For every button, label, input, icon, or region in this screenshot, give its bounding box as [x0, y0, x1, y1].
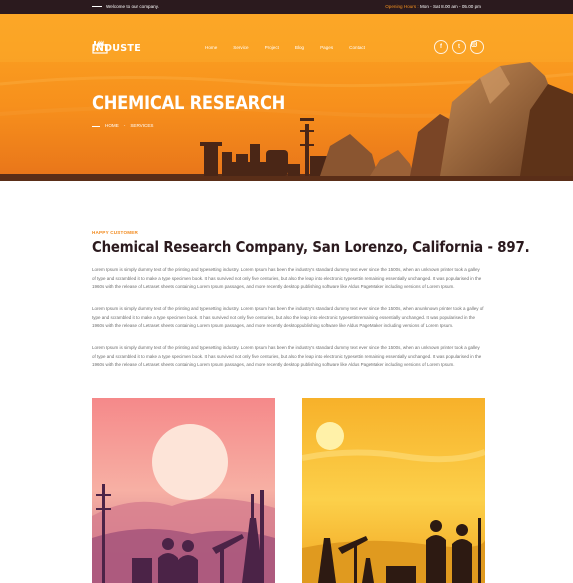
welcome-text: Welcome to our company. — [106, 4, 159, 9]
oil-field-engineers-image — [302, 398, 485, 583]
nav-item-project[interactable]: Project — [265, 44, 279, 52]
opening-hours-value: Mon - Sat 8.00 am - 05.00 pm — [419, 4, 481, 9]
main-nav: Home Service Project Blog Pages Contact — [205, 44, 365, 52]
paragraph: Lorem Ipsum is simply dummy text of the … — [92, 267, 482, 290]
nav-item-service[interactable]: Service — [233, 44, 248, 52]
section-heading: Chemical Research Company, San Lorenzo, … — [92, 238, 530, 256]
opening-hours-label: Opening Hours : — [385, 4, 419, 9]
hero-banner: INDUSTE Home Service Project Blog Pages … — [0, 14, 573, 181]
top-bar-dash — [92, 6, 102, 7]
brand-logo[interactable]: INDUSTE — [92, 40, 141, 56]
nav-item-contact[interactable]: Contact — [349, 44, 365, 52]
top-bar: Welcome to our company. Opening Hours : … — [0, 0, 573, 14]
twitter-icon[interactable]: t — [452, 40, 466, 54]
paragraph: Lorem Ipsum is simply dummy text of the … — [92, 345, 482, 368]
breadcrumb-home[interactable]: HOME — [105, 122, 119, 130]
paragraph: Lorem Ipsum is simply dummy text of the … — [92, 306, 484, 329]
nav-item-blog[interactable]: Blog — [295, 44, 304, 52]
breadcrumb-services: SERVICES — [130, 123, 154, 128]
instagram-icon[interactable] — [470, 40, 484, 54]
breadcrumb-separator: - — [123, 123, 126, 128]
page-title: CHEMICAL RESEARCH — [92, 92, 286, 114]
oil-field-sunset-image — [92, 398, 275, 583]
nav-item-home[interactable]: Home — [205, 44, 217, 52]
breadcrumb: HOME - SERVICES — [92, 122, 153, 130]
facebook-icon[interactable]: f — [434, 40, 448, 54]
opening-hours: Opening Hours : Mon - Sat 8.00 am - 05.0… — [385, 3, 481, 11]
nav-item-pages[interactable]: Pages — [320, 44, 333, 52]
factory-logo-icon — [92, 40, 108, 54]
breadcrumb-dash — [92, 125, 100, 127]
section-kicker: HAPPY CUSTOMER — [92, 230, 139, 235]
hero-illustration — [0, 14, 573, 181]
